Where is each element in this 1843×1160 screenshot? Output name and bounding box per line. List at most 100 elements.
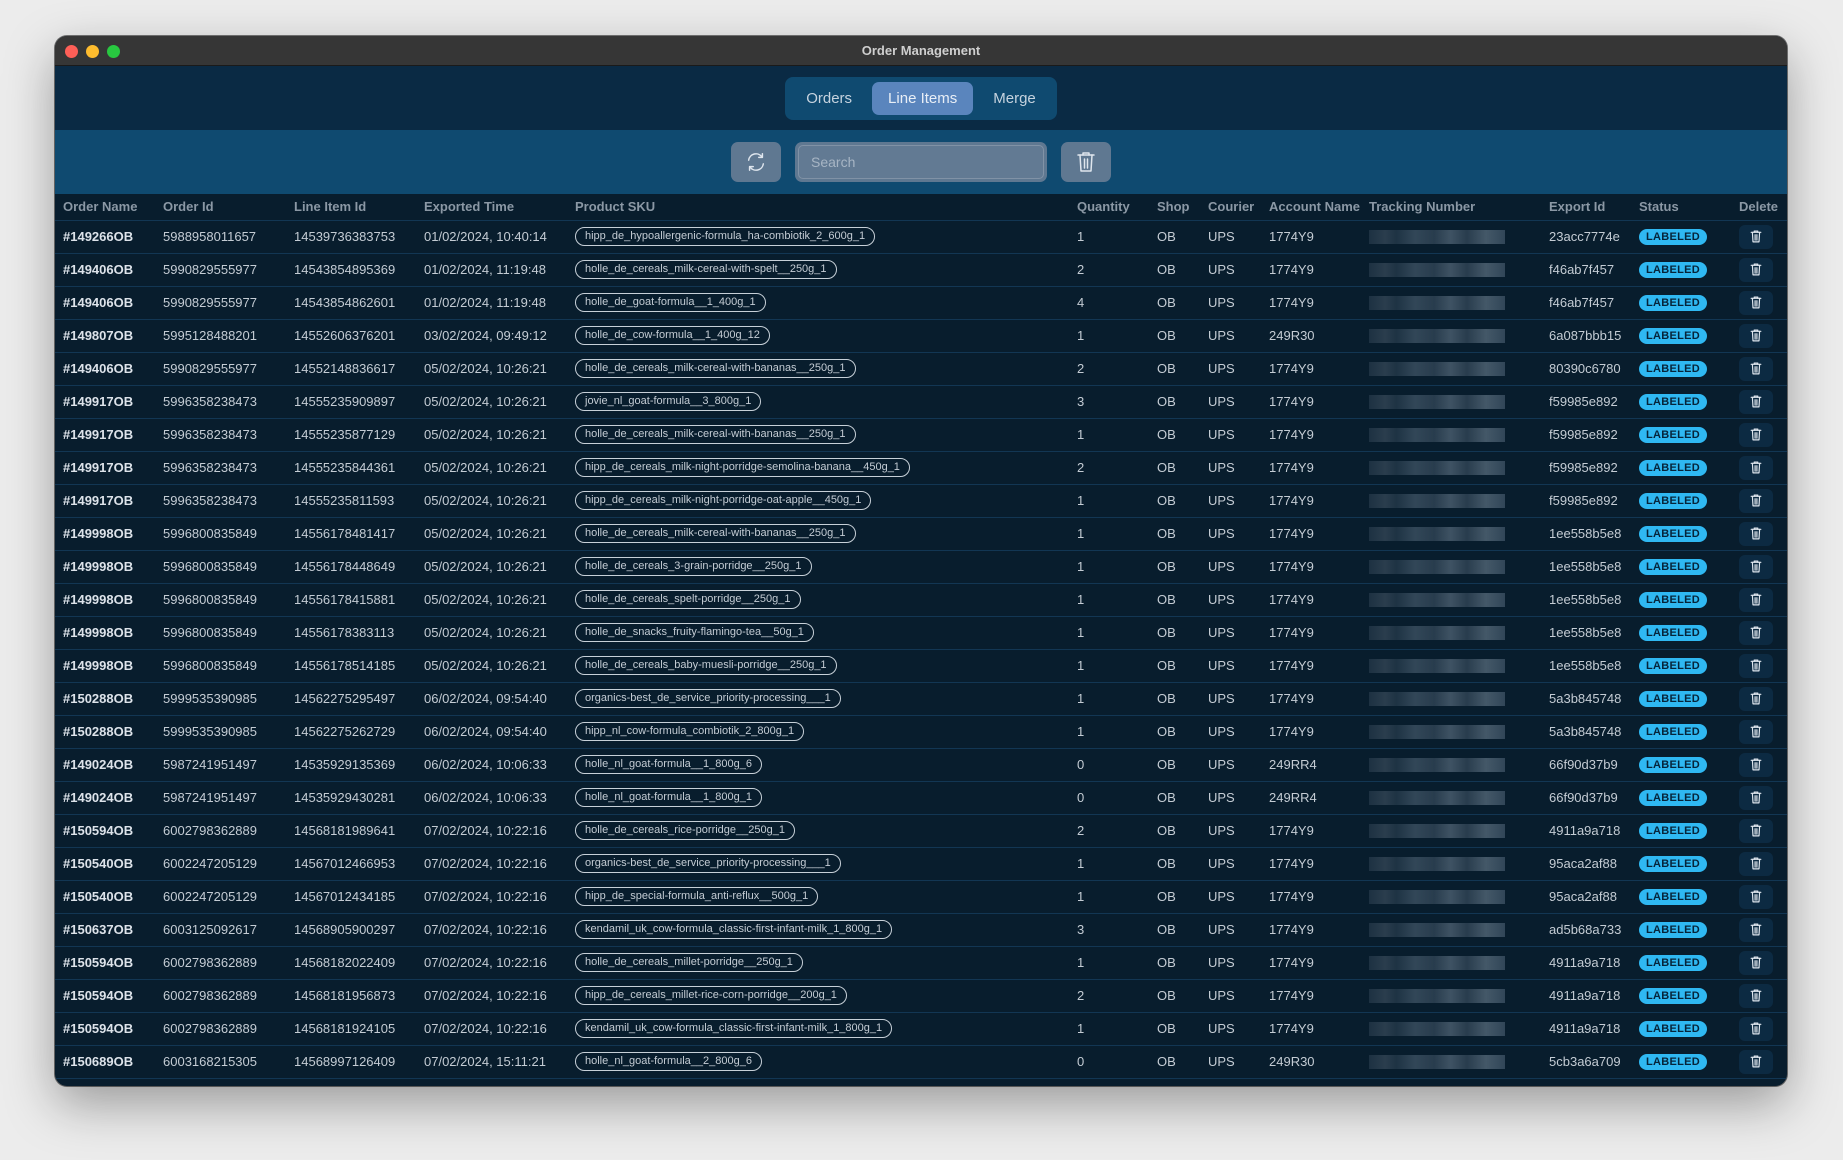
column-header-quantity[interactable]: Quantity: [1069, 194, 1149, 221]
table-row[interactable]: #149266OB 5988958011657 14539736383753 0…: [55, 220, 1787, 254]
table-row[interactable]: #149807OB 5995128488201 14552606376201 0…: [55, 319, 1787, 353]
status-cell: LABELED: [1631, 616, 1731, 650]
courier-cell: UPS: [1200, 979, 1261, 1013]
column-header-shop[interactable]: Shop: [1149, 194, 1200, 221]
refresh-button[interactable]: [731, 142, 781, 182]
delete-row-button[interactable]: [1739, 323, 1773, 348]
sku-chip: organics-best_de_service_priority-proces…: [575, 689, 841, 708]
delete-row-button[interactable]: [1739, 719, 1773, 744]
column-header-tracking-number[interactable]: Tracking Number: [1361, 194, 1541, 221]
delete-row-button[interactable]: [1739, 587, 1773, 612]
delete-row-button[interactable]: [1739, 785, 1773, 810]
close-window-button[interactable]: [65, 45, 78, 58]
delete-cell: [1731, 715, 1787, 749]
table-row[interactable]: #149917OB 5996358238473 14555235877129 0…: [55, 418, 1787, 452]
table-row[interactable]: #150594OB 6002798362889 14568181956873 0…: [55, 979, 1787, 1013]
delete-row-button[interactable]: [1739, 257, 1773, 282]
export-id-cell: f46ab7f457: [1541, 253, 1631, 287]
delete-row-button[interactable]: [1739, 1016, 1773, 1041]
sku-chip: holle_de_snacks_fruity-flamingo-tea__50g…: [575, 623, 814, 642]
delete-all-button[interactable]: [1061, 142, 1111, 182]
table-row[interactable]: #149406OB 5990829555977 14543854862601 0…: [55, 286, 1787, 320]
delete-row-button[interactable]: [1739, 818, 1773, 843]
delete-row-button[interactable]: [1739, 884, 1773, 909]
app-window: Order Management Orders Line Items Merge: [55, 36, 1787, 1086]
tracking-number-cell: [1361, 715, 1541, 749]
delete-cell: [1731, 979, 1787, 1013]
delete-row-button[interactable]: [1739, 653, 1773, 678]
table-row[interactable]: #149998OB 5996800835849 14556178514185 0…: [55, 649, 1787, 683]
delete-row-button[interactable]: [1739, 686, 1773, 711]
table-row[interactable]: #149998OB 5996800835849 14556178448649 0…: [55, 550, 1787, 584]
column-header-line-item-id[interactable]: Line Item Id: [286, 194, 416, 221]
delete-row-button[interactable]: [1739, 488, 1773, 513]
delete-row-button[interactable]: [1739, 917, 1773, 942]
shop-cell: OB: [1149, 517, 1200, 551]
table-row[interactable]: #150288OB 5999535390985 14562275295497 0…: [55, 682, 1787, 716]
tab-line-items[interactable]: Line Items: [872, 81, 974, 115]
table-row[interactable]: #149917OB 5996358238473 14555235844361 0…: [55, 451, 1787, 485]
table-row[interactable]: #149406OB 5990829555977 14552148836617 0…: [55, 352, 1787, 386]
table-row[interactable]: #150540OB 6002247205129 14567012434185 0…: [55, 880, 1787, 914]
delete-row-button[interactable]: [1739, 290, 1773, 315]
column-header-order-id[interactable]: Order Id: [155, 194, 286, 221]
status-badge: LABELED: [1639, 361, 1708, 377]
delete-row-button[interactable]: [1739, 389, 1773, 414]
exported-time-cell: 07/02/2024, 10:22:16: [416, 979, 567, 1013]
column-header-courier[interactable]: Courier: [1200, 194, 1261, 221]
delete-row-button[interactable]: [1739, 224, 1773, 249]
delete-row-button[interactable]: [1739, 554, 1773, 579]
column-header-export-id[interactable]: Export Id: [1541, 194, 1631, 221]
column-header-status[interactable]: Status: [1631, 194, 1731, 221]
courier-cell: UPS: [1200, 550, 1261, 584]
delete-row-button[interactable]: [1739, 620, 1773, 645]
delete-row-button[interactable]: [1739, 455, 1773, 480]
table-row[interactable]: #149998OB 5996800835849 14556178415881 0…: [55, 583, 1787, 617]
column-header-account-name[interactable]: Account Name: [1261, 194, 1361, 221]
delete-row-button[interactable]: [1739, 1049, 1773, 1074]
table-row[interactable]: #150637OB 6003125092617 14568905900297 0…: [55, 913, 1787, 947]
column-header-product-sku[interactable]: Product SKU: [567, 194, 1069, 221]
table-row[interactable]: #149917OB 5996358238473 14555235811593 0…: [55, 484, 1787, 518]
table-row[interactable]: #150540OB 6002247205129 14567012466953 0…: [55, 847, 1787, 881]
order-id-cell: 5990829555977: [155, 352, 286, 386]
delete-row-button[interactable]: [1739, 950, 1773, 975]
column-header-exported-time[interactable]: Exported Time: [416, 194, 567, 221]
table-row[interactable]: #149998OB 5996800835849 14556178481417 0…: [55, 517, 1787, 551]
table-row[interactable]: #150594OB 6002798362889 14568181989641 0…: [55, 814, 1787, 848]
search-input[interactable]: [798, 145, 1044, 179]
delete-row-button[interactable]: [1739, 422, 1773, 447]
order-id-cell: 5996800835849: [155, 517, 286, 551]
export-id-cell: f59985e892: [1541, 418, 1631, 452]
table-row[interactable]: #149406OB 5990829555977 14543854895369 0…: [55, 253, 1787, 287]
table-row[interactable]: #149998OB 5996800835849 14556178383113 0…: [55, 616, 1787, 650]
table-row[interactable]: #150689OB 6003168215305 14568997126409 0…: [55, 1045, 1787, 1079]
table-row[interactable]: #149024OB 5987241951497 14535929135369 0…: [55, 748, 1787, 782]
courier-cell: UPS: [1200, 517, 1261, 551]
tab-merge[interactable]: Merge: [977, 82, 1052, 115]
table-row[interactable]: #150288OB 5999535390985 14562275262729 0…: [55, 715, 1787, 749]
delete-row-button[interactable]: [1739, 521, 1773, 546]
account-name-cell: 1774Y9: [1261, 979, 1361, 1013]
minimize-window-button[interactable]: [86, 45, 99, 58]
order-id-cell: 6002798362889: [155, 1012, 286, 1046]
column-header-order-name[interactable]: Order Name: [55, 194, 155, 221]
delete-cell: [1731, 616, 1787, 650]
export-id-cell: 95aca2af88: [1541, 847, 1631, 881]
product-sku-cell: hipp_de_hypoallergenic-formula_ha-combio…: [567, 220, 1069, 254]
product-sku-cell: hipp_de_special-formula_anti-reflux__500…: [567, 880, 1069, 914]
delete-row-button[interactable]: [1739, 983, 1773, 1008]
delete-row-button[interactable]: [1739, 752, 1773, 777]
tracking-number-redacted: [1369, 230, 1505, 245]
sku-chip: hipp_de_special-formula_anti-reflux__500…: [575, 887, 819, 906]
account-name-cell: 249RR4: [1261, 748, 1361, 782]
delete-row-button[interactable]: [1739, 851, 1773, 876]
delete-row-button[interactable]: [1739, 356, 1773, 381]
table-row[interactable]: #150594OB 6002798362889 14568182022409 0…: [55, 946, 1787, 980]
delete-cell: [1731, 286, 1787, 320]
tab-orders[interactable]: Orders: [790, 82, 868, 115]
zoom-window-button[interactable]: [107, 45, 120, 58]
table-row[interactable]: #150594OB 6002798362889 14568181924105 0…: [55, 1012, 1787, 1046]
table-row[interactable]: #149917OB 5996358238473 14555235909897 0…: [55, 385, 1787, 419]
table-row[interactable]: #149024OB 5987241951497 14535929430281 0…: [55, 781, 1787, 815]
